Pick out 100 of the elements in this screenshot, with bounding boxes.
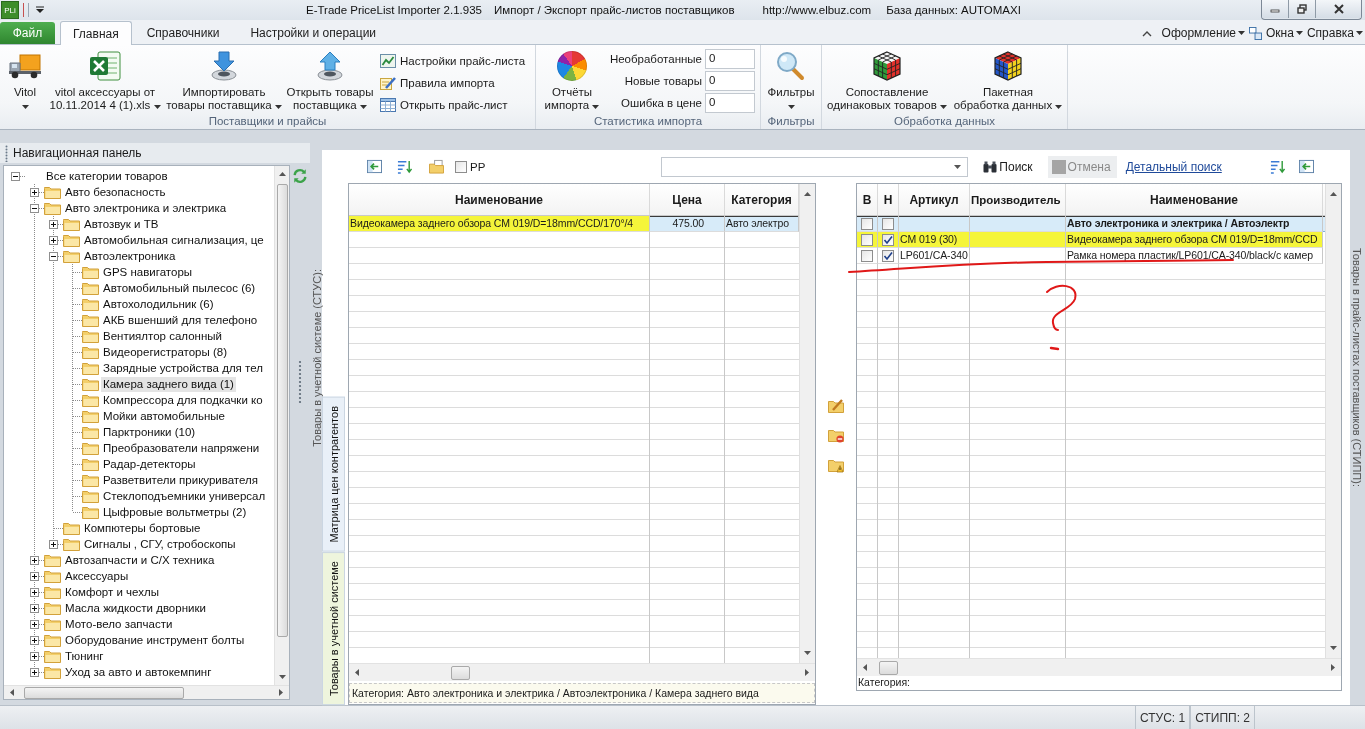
grip-icon[interactable] xyxy=(5,144,8,162)
tree-item[interactable]: Преобразователи напряжени xyxy=(101,440,262,456)
ribbon-button[interactable]: Фильтры xyxy=(761,45,821,112)
panel-arrow-icon[interactable] xyxy=(367,159,382,174)
scroll-up-icon[interactable] xyxy=(804,192,811,196)
tree-item[interactable]: Зарядные устройства для тел xyxy=(101,360,265,376)
scroll-left-icon[interactable] xyxy=(10,689,14,696)
plus-box-icon[interactable] xyxy=(30,619,39,629)
tree-item[interactable]: Тюнинг xyxy=(63,648,106,664)
scrollbar-thumb[interactable] xyxy=(24,686,184,699)
scroll-down-icon[interactable] xyxy=(1330,646,1337,650)
ribbon-button[interactable]: vitol аксессуары от 10.11.2014 4 (1).xls xyxy=(46,45,164,112)
folder-pencil-icon[interactable] xyxy=(828,398,844,413)
menu-button[interactable]: Оформление xyxy=(1161,26,1246,40)
plus-box-icon[interactable] xyxy=(30,555,39,565)
column-header[interactable]: Цена xyxy=(650,184,725,215)
tree-item[interactable]: Автохолодильник (6) xyxy=(101,296,216,312)
counter-field[interactable]: 0 xyxy=(705,49,755,69)
ribbon-tab[interactable]: Настройки и операции xyxy=(237,21,390,44)
close-button[interactable] xyxy=(1316,0,1361,18)
counter-field[interactable]: 0 xyxy=(705,93,755,113)
tree-item[interactable]: Компрессора для подкачки ко xyxy=(101,392,265,408)
tree-item[interactable]: Автозапчасти и С/Х техника xyxy=(63,552,217,568)
table-row[interactable]: Видеокамера заднего обзора CM 019/D=18mm/CCD/170°/4 475.00 Авто электро xyxy=(349,216,799,232)
tree-item[interactable]: Аксессуары xyxy=(63,568,131,584)
plus-box-icon[interactable] xyxy=(30,187,39,197)
menu-button[interactable]: Окна xyxy=(1266,26,1303,40)
ribbon-button[interactable]: Настройки прайс-листа xyxy=(378,50,528,72)
scroll-down-icon[interactable] xyxy=(804,651,811,655)
minus-box-icon[interactable] xyxy=(49,251,58,261)
vertical-tab[interactable]: Товары в учетной системе xyxy=(322,551,345,705)
tree-item[interactable]: Разветвители прикуривателя xyxy=(101,472,260,488)
ribbon-tab[interactable]: Главная xyxy=(60,21,132,45)
ribbon-button[interactable]: Импортировать товары поставщика xyxy=(164,45,284,112)
column-header[interactable]: Производитель xyxy=(970,184,1066,215)
detailed-search-link[interactable]: Детальный поиск xyxy=(1125,159,1222,174)
scrollbar-thumb[interactable] xyxy=(879,660,898,675)
vertical-scrollbar[interactable] xyxy=(1325,184,1341,658)
column-header[interactable]: Наименование xyxy=(349,184,650,215)
tree-item[interactable]: Автозвук и ТВ xyxy=(82,216,161,232)
plus-box-icon[interactable] xyxy=(49,219,58,229)
table-row[interactable]: CM 019 (30) Видеокамера заднего обзора CM 019/D=18mm/CCD xyxy=(857,232,1325,248)
tree-item[interactable]: Авто безопасность xyxy=(63,184,168,200)
tree-item[interactable]: Все категории товаров xyxy=(44,168,170,184)
tree-item[interactable]: Мото-вело запчасти xyxy=(63,616,175,632)
scroll-left-icon[interactable] xyxy=(355,669,359,676)
checkbox[interactable] xyxy=(861,249,873,262)
collapse-ribbon-icon[interactable] xyxy=(1141,29,1152,37)
checkbox-label[interactable]: PP xyxy=(470,160,486,173)
plus-box-icon[interactable] xyxy=(30,651,39,661)
tree-item[interactable]: Комфорт и чехлы xyxy=(63,584,161,600)
tree-item[interactable]: Оборудование инструмент болты xyxy=(63,632,247,648)
scroll-right-icon[interactable] xyxy=(279,689,283,696)
tree-item[interactable]: Компютеры бортовые xyxy=(82,520,203,536)
checkbox[interactable] xyxy=(861,233,873,246)
caret-icon[interactable] xyxy=(954,164,962,169)
ribbon-button[interactable]: Сопоставление одинаковых товаров xyxy=(824,45,950,112)
scroll-right-icon[interactable] xyxy=(805,669,809,676)
sort-icon[interactable] xyxy=(1270,159,1285,174)
tree-item[interactable]: Стеклоподъемники универсал xyxy=(101,488,268,504)
plus-box-icon[interactable] xyxy=(30,603,39,613)
ribbon-button[interactable]: Открыть товары поставщика xyxy=(284,45,376,112)
table-row[interactable]: LP601/CA-340 Рамка номера пластик/LP601/CA-340/black/с камер xyxy=(857,248,1325,264)
menu-button[interactable]: Справка xyxy=(1306,26,1363,40)
panel-arrow-icon[interactable] xyxy=(1299,159,1314,174)
horizontal-scrollbar[interactable] xyxy=(349,663,815,681)
folder-warning-icon[interactable] xyxy=(828,458,844,473)
checkbox[interactable] xyxy=(861,217,873,230)
checkbox[interactable] xyxy=(882,249,894,262)
file-tab[interactable]: Файл xyxy=(0,22,55,44)
checkbox[interactable] xyxy=(882,217,894,230)
search-button[interactable]: Поиск xyxy=(980,155,1036,178)
tree-item[interactable]: Камера заднего вида (1) xyxy=(101,376,236,392)
folder-minus-icon[interactable] xyxy=(828,428,844,443)
tree-item[interactable]: Видеорегистраторы (8) xyxy=(101,344,229,360)
tree-item[interactable]: Мойки автомобильные xyxy=(101,408,227,424)
checkbox[interactable] xyxy=(455,160,467,173)
ribbon-button[interactable]: Vitol xyxy=(4,45,46,112)
tree-item[interactable]: Масла жидкости дворники xyxy=(63,600,208,616)
ribbon-button[interactable]: Правила импорта xyxy=(378,72,528,94)
vertical-tab[interactable]: Матрица цен контрагентов xyxy=(322,397,345,552)
horizontal-scrollbar[interactable] xyxy=(857,658,1341,676)
splitter-handle[interactable] xyxy=(298,360,302,404)
ribbon-button[interactable]: Отчёты импорта xyxy=(539,45,605,112)
minus-box-icon[interactable] xyxy=(30,203,39,213)
column-header[interactable]: Артикул xyxy=(899,184,970,215)
customize-icon[interactable] xyxy=(36,6,44,14)
scroll-down-icon[interactable] xyxy=(278,675,286,679)
tree-item[interactable]: Уход за авто и автокемпинг xyxy=(63,664,214,680)
scrollbar-thumb[interactable] xyxy=(276,184,288,637)
table-row[interactable]: Авто электроника и электрика / Автоэлектр xyxy=(857,216,1325,232)
checkbox[interactable] xyxy=(882,233,894,246)
tree-item[interactable]: GPS навигаторы xyxy=(101,264,195,280)
plus-box-icon[interactable] xyxy=(30,667,39,677)
plus-box-icon[interactable] xyxy=(30,587,39,597)
tree-item[interactable]: Парктроники (10) xyxy=(101,424,198,440)
horizontal-scrollbar[interactable] xyxy=(4,685,289,699)
plus-box-icon[interactable] xyxy=(30,635,39,645)
tree-item[interactable]: Автомобильный пылесос (6) xyxy=(101,280,258,296)
vertical-scrollbar[interactable] xyxy=(799,184,815,663)
